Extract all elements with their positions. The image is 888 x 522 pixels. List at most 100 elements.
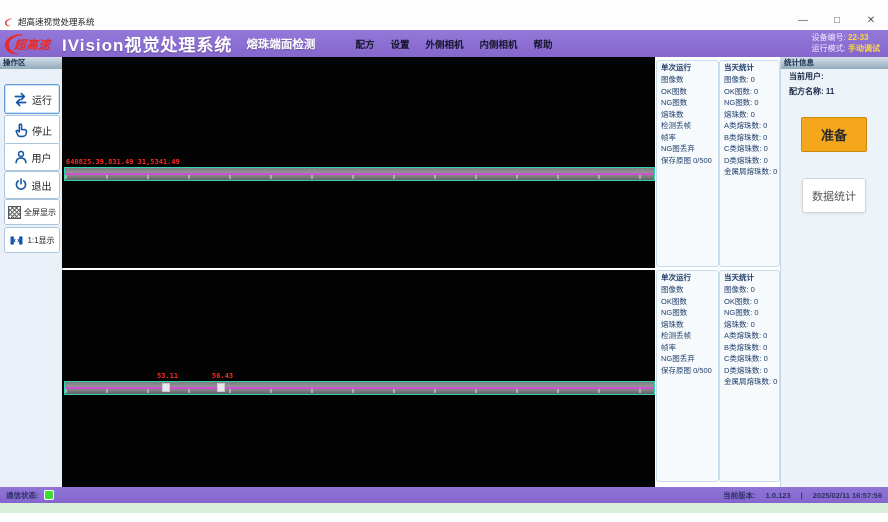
defect-marker (217, 383, 225, 392)
menu-item-recipe[interactable]: 配方 (355, 37, 374, 51)
run-icon (12, 91, 29, 108)
brand-text: 超高速 (13, 38, 52, 52)
minimize-icon[interactable]: — (796, 14, 810, 28)
prepare-button[interactable]: 准备 (801, 117, 867, 152)
groupbox-title: 单次运行 (661, 272, 691, 283)
stat-row: 金属屑熔珠数: 0 (724, 166, 778, 178)
stat-row: 帧率 (661, 342, 717, 354)
stat-row: B类熔珠数: 0 (724, 342, 778, 354)
stat-rows: 图像数: 0OK图数: 0NG图数: 0熔珠数: 0A类熔珠数: 0B类熔珠数:… (724, 284, 778, 388)
version-label: 当前版本: (723, 490, 756, 501)
stat-row: 检测丢帧 (661, 120, 717, 132)
recipe-line: 配方名称: 11 (789, 86, 834, 97)
stat-row: D类熔珠数: 0 (724, 155, 778, 167)
device-id-label: 设备编号: (812, 33, 846, 42)
app-window: 超高速视觉处理系统 — □ ✕ 超高速 IVision视觉处理系统 熔珠端面检测… (0, 0, 888, 522)
window-controls: — □ ✕ (796, 14, 878, 28)
weld-strip-roi (64, 167, 655, 181)
measurement-annotation: 53.11 (157, 372, 178, 380)
one-to-one-button[interactable]: 1:1显示 (4, 227, 60, 253)
comm-status-indicator (44, 490, 54, 500)
stat-row: 图像数: 0 (724, 284, 778, 296)
stat-row: NG图数: 0 (724, 307, 778, 319)
weld-strip-roi (64, 381, 655, 395)
stat-row: D类熔珠数: 0 (724, 365, 778, 377)
stat-row: OK图数: 0 (724, 86, 778, 98)
main-menu: 配方 设置 外侧相机 内侧相机 帮助 (355, 37, 552, 51)
stat-row: C类熔珠数: 0 (724, 353, 778, 365)
stat-row: NG图数 (661, 97, 717, 109)
stat-row: 熔珠数: 0 (724, 319, 778, 331)
operation-sidebar: 操作区 运行 停止 用户 退出 全屏显示 (0, 57, 63, 487)
data-statistics-button[interactable]: 数据统计 (802, 178, 866, 213)
stop-button[interactable]: 停止 (4, 115, 60, 145)
app-header: 超高速 IVision视觉处理系统 熔珠端面检测 配方 设置 外侧相机 内侧相机… (0, 30, 888, 57)
stat-row: OK图数: 0 (724, 296, 778, 308)
datetime-value: 2025/02/11 16:57:56 (813, 491, 882, 500)
os-titlebar: 超高速视觉处理系统 — □ ✕ (0, 0, 888, 30)
stat-row: B类熔珠数: 0 (724, 132, 778, 144)
single-run-groupbox-top: 单次运行 图像数OK图数NG图数熔珠数检测丢帧帧率NG图丢弃保存原图 0/500 (656, 60, 719, 267)
user-button-label: 用户 (32, 150, 52, 165)
fullscreen-button-label: 全屏显示 (24, 207, 56, 218)
groupbox-title: 当天统计 (724, 62, 754, 73)
menu-item-outer-camera[interactable]: 外侧相机 (425, 37, 463, 51)
user-icon (13, 149, 29, 165)
power-icon (13, 177, 29, 193)
stat-row: NG图丢弃 (661, 143, 717, 155)
user-button[interactable]: 用户 (4, 143, 60, 171)
fullscreen-icon (8, 206, 21, 219)
stat-row: 检测丢帧 (661, 330, 717, 342)
sidebar-caption: 操作区 (0, 57, 62, 69)
fullscreen-button[interactable]: 全屏显示 (4, 199, 60, 225)
close-icon[interactable]: ✕ (864, 14, 878, 28)
maximize-icon[interactable]: □ (830, 14, 844, 28)
groupbox-title: 当天统计 (724, 272, 754, 283)
camera-view-bottom[interactable]: 53.11 56.43 (62, 270, 655, 487)
run-button[interactable]: 运行 (4, 84, 60, 114)
daily-stats-groupbox-bottom: 当天统计 图像数: 0OK图数: 0NG图数: 0熔珠数: 0A类熔珠数: 0B… (719, 270, 780, 482)
exit-button-label: 退出 (32, 178, 52, 193)
stat-row: OK图数 (661, 296, 717, 308)
stat-row: A类熔珠数: 0 (724, 330, 778, 342)
stat-row: 帧率 (661, 132, 717, 144)
current-user-line: 当前用户: (789, 71, 824, 82)
one-to-one-button-label: 1:1显示 (27, 235, 54, 246)
menu-item-help[interactable]: 帮助 (534, 37, 553, 51)
window-title: 超高速视觉处理系统 (18, 16, 95, 28)
defect-marker (162, 383, 170, 392)
one-to-one-icon (9, 233, 24, 248)
exit-button[interactable]: 退出 (4, 171, 60, 199)
device-id-value: 22-33 (848, 33, 868, 42)
stat-row: NG图数 (661, 307, 717, 319)
stat-rows: 图像数: 0OK图数: 0NG图数: 0熔珠数: 0A类熔珠数: 0B类熔珠数:… (724, 74, 778, 178)
stop-hand-icon (12, 122, 29, 139)
recipe-name-value: 11 (826, 87, 834, 96)
app-title: IVision视觉处理系统 (62, 31, 232, 56)
stat-row: 熔珠数: 0 (724, 109, 778, 121)
stat-row: 熔珠数 (661, 319, 717, 331)
stat-row: 图像数 (661, 284, 717, 296)
device-info: 设备编号: 22-33 运行模式: 手动调试 (812, 32, 880, 54)
stat-row: 金属屑熔珠数: 0 (724, 376, 778, 388)
stat-row: NG图丢弃 (661, 353, 717, 365)
groupbox-title: 单次运行 (661, 62, 691, 73)
app-subtitle: 熔珠端面检测 (246, 36, 315, 52)
stat-rows: 图像数OK图数NG图数熔珠数检测丢帧帧率NG图丢弃保存原图 0/500 (661, 284, 717, 376)
menu-item-inner-camera[interactable]: 内侧相机 (479, 37, 517, 51)
app-logo-icon (4, 17, 14, 27)
status-bar: 通信状态: 当前版本: 1.0.123 | 2025/02/11 16:57:5… (0, 487, 888, 503)
right-panel-caption: 统计信息 (781, 57, 888, 69)
status-separator: | (801, 491, 803, 500)
current-user-label: 当前用户: (789, 72, 824, 81)
stat-row: OK图数 (661, 86, 717, 98)
stat-row: C类熔珠数: 0 (724, 143, 778, 155)
stat-row: A类熔珠数: 0 (724, 120, 778, 132)
stat-row: 图像数: 0 (724, 74, 778, 86)
desktop-strip (0, 503, 888, 513)
stat-row: 熔珠数 (661, 109, 717, 121)
recipe-name-label: 配方名称: (789, 87, 824, 96)
stat-row: 保存原图 0/500 (661, 365, 717, 377)
menu-item-settings[interactable]: 设置 (390, 37, 409, 51)
camera-view-top[interactable]: 640825.39,831.49 31,5341.49 (62, 57, 655, 268)
